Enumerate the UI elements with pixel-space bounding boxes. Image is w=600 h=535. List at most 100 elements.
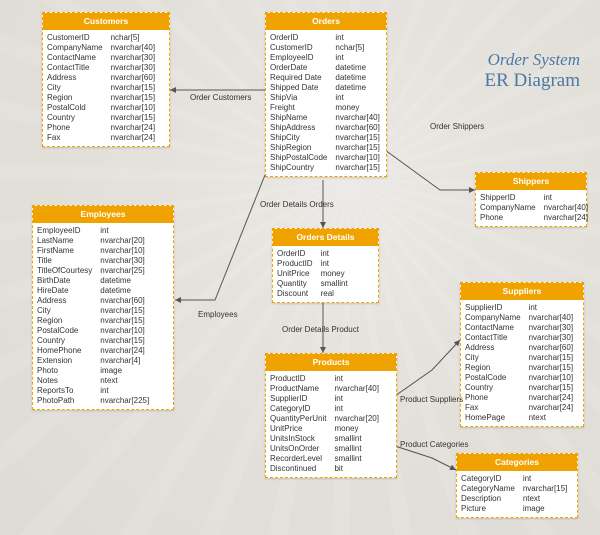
field-type: int: [523, 474, 567, 484]
field-type: nvarchar[25]: [100, 266, 149, 276]
field-type: nvarchar[30]: [111, 63, 155, 73]
field-type: nvarchar[15]: [111, 113, 155, 123]
field-name: Country: [47, 113, 103, 123]
field-name: HireDate: [37, 286, 92, 296]
field-name: Required Date: [270, 73, 327, 83]
field-name: ShipVia: [270, 93, 327, 103]
entity-header: Categories: [457, 454, 577, 471]
field-name: ShipperID: [480, 193, 536, 203]
field-name: Extension: [37, 356, 92, 366]
field-type: int: [334, 394, 378, 404]
field-type: nvarchar[30]: [529, 333, 573, 343]
field-type: money: [334, 424, 378, 434]
field-name: Country: [37, 336, 92, 346]
entity-body: CategoryIDCategoryNameDescriptionPicture…: [457, 471, 577, 517]
entity-body: OrderIDProductIDUnitPriceQuantityDiscoun…: [273, 246, 378, 302]
field-name: CategoryName: [461, 484, 515, 494]
field-type: nvarchar[15]: [529, 383, 573, 393]
field-type: int: [335, 93, 379, 103]
field-type: nvarchar[15]: [335, 133, 379, 143]
field-type: nvarchar[4]: [100, 356, 149, 366]
field-type: nvarchar[20]: [100, 236, 149, 246]
entity-orders[interactable]: Orders OrderIDCustomerIDEmployeeIDOrderD…: [265, 12, 387, 177]
field-name: Title: [37, 256, 92, 266]
field-name: Quantity: [277, 279, 313, 289]
rel-order-customers: Order Customers: [190, 93, 251, 102]
field-type: nvarchar[60]: [100, 296, 149, 306]
field-name: ShipPostalCode: [270, 153, 327, 163]
field-type: ntext: [100, 376, 149, 386]
field-name: ContactName: [47, 53, 103, 63]
entity-body: OrderIDCustomerIDEmployeeIDOrderDateRequ…: [266, 30, 386, 176]
field-name: Shipped Date: [270, 83, 327, 93]
field-type: nvarchar[225]: [100, 396, 149, 406]
field-name: ShipAddress: [270, 123, 327, 133]
field-type: nvarchar[60]: [111, 73, 155, 83]
entity-products[interactable]: Products ProductIDProductNameSupplierIDC…: [265, 353, 397, 478]
field-name: CompanyName: [465, 313, 521, 323]
field-name: SupplierID: [465, 303, 521, 313]
field-name: CustomerID: [270, 43, 327, 53]
field-name: Description: [461, 494, 515, 504]
field-type: nvarchar[60]: [529, 343, 573, 353]
field-type: image: [523, 504, 567, 514]
field-type: datetime: [335, 83, 379, 93]
field-type: datetime: [335, 73, 379, 83]
field-type: nvarchar[24]: [100, 346, 149, 356]
field-name: ShipRegion: [270, 143, 327, 153]
field-name: Address: [37, 296, 92, 306]
field-type: datetime: [100, 286, 149, 296]
field-name: PostalCold: [47, 103, 103, 113]
field-name: UnitsInStock: [270, 434, 326, 444]
field-name: UnitPrice: [277, 269, 313, 279]
field-name: OrderDate: [270, 63, 327, 73]
field-type: nvarchar[15]: [111, 93, 155, 103]
entity-employees[interactable]: Employees EmployeeIDLastNameFirstNameTit…: [32, 205, 174, 410]
field-name: City: [47, 83, 103, 93]
field-name: Region: [47, 93, 103, 103]
field-name: ProductName: [270, 384, 326, 394]
field-type: nvarchar[10]: [529, 373, 573, 383]
field-name: Country: [465, 383, 521, 393]
field-type: nvarchar[40]: [111, 43, 155, 53]
field-name: City: [465, 353, 521, 363]
field-type: smallint: [334, 454, 378, 464]
rel-employees: Employees: [198, 310, 238, 319]
entity-customers[interactable]: Customers CustomerIDCompanyNameContactNa…: [42, 12, 170, 147]
field-name: LastName: [37, 236, 92, 246]
field-type: nvarchar[24]: [529, 403, 573, 413]
entity-body: SupplierIDCompanyNameContactNameContactT…: [461, 300, 583, 426]
field-name: City: [37, 306, 92, 316]
field-type: nchar[5]: [335, 43, 379, 53]
entity-shippers[interactable]: Shippers ShipperIDCompanyNamePhoneintnva…: [475, 172, 587, 227]
field-type: nvarchar[24]: [529, 393, 573, 403]
field-type: nvarchar[15]: [335, 143, 379, 153]
rel-order-details-product: Order Details Product: [282, 325, 359, 334]
entity-suppliers[interactable]: Suppliers SupplierIDCompanyNameContactNa…: [460, 282, 584, 427]
entity-header: Orders Details: [273, 229, 378, 246]
field-type: real: [321, 289, 348, 299]
entity-body: ShipperIDCompanyNamePhoneintnvarchar[40]…: [476, 190, 586, 226]
field-name: BirthDate: [37, 276, 92, 286]
entity-orders-details[interactable]: Orders Details OrderIDProductIDUnitPrice…: [272, 228, 379, 303]
field-name: ContactName: [465, 323, 521, 333]
field-type: smallint: [334, 444, 378, 454]
field-type: nvarchar[15]: [100, 336, 149, 346]
field-type: ntext: [529, 413, 573, 423]
field-type: int: [321, 249, 348, 259]
field-type: nvarchar[24]: [111, 133, 155, 143]
field-name: PostalCode: [465, 373, 521, 383]
diagram-title: Order System ER Diagram: [484, 50, 580, 91]
field-name: ContactTitle: [47, 63, 103, 73]
field-name: Region: [465, 363, 521, 373]
field-type: nvarchar[10]: [100, 326, 149, 336]
field-name: TitleOfCourtesy: [37, 266, 92, 276]
field-name: Phone: [465, 393, 521, 403]
field-name: UnitsOnOrder: [270, 444, 326, 454]
field-type: nvarchar[30]: [529, 323, 573, 333]
field-name: QuantityPerUnit: [270, 414, 326, 424]
field-type: nvarchar[24]: [111, 123, 155, 133]
field-type: int: [544, 193, 588, 203]
entity-categories[interactable]: Categories CategoryIDCategoryNameDescrip…: [456, 453, 578, 518]
rel-order-shippers: Order Shippers: [430, 122, 484, 131]
